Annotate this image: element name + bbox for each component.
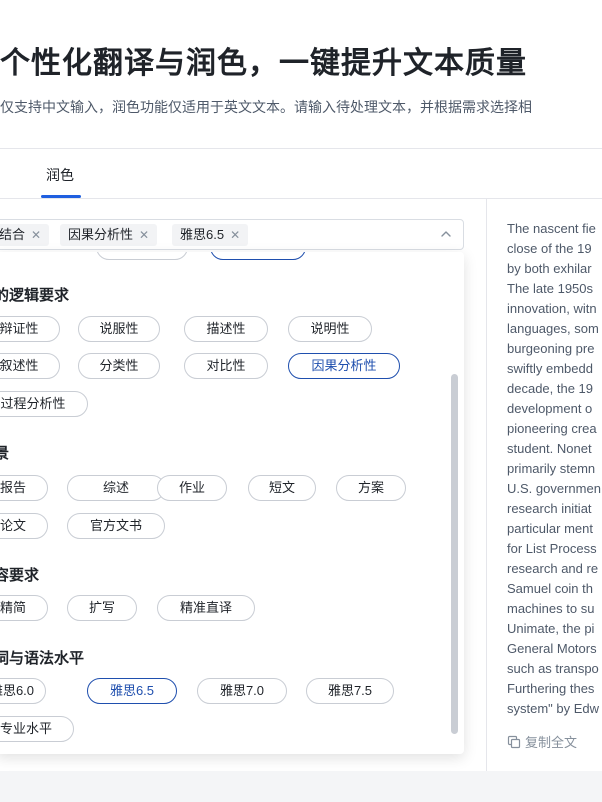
result-text-line: primarily stemn <box>507 461 596 476</box>
option-chip-selected[interactable]: 雅思6.5 <box>87 678 177 704</box>
result-text-line: research initiat <box>507 501 592 516</box>
result-text-line: particular ment <box>507 521 593 536</box>
result-text-line: Furthering thes <box>507 681 595 696</box>
option-chip-hidden[interactable] <box>96 252 188 260</box>
result-text-line: for List Process <box>507 541 597 556</box>
group-title: 景 <box>0 445 10 462</box>
option-chip[interactable]: 精准直译 <box>157 595 255 621</box>
option-chip[interactable]: 论文 <box>0 513 48 539</box>
remove-tag-icon[interactable]: ✕ <box>31 228 41 242</box>
requirements-dropdown: 的逻辑要求 辩证性 说服性 描述性 说明性 叙述性 分类性 对比性 因果分析性 … <box>0 252 464 754</box>
result-text-line: close of the 19 <box>507 241 592 256</box>
option-chip[interactable]: 专业水平 <box>0 716 74 742</box>
selected-tag: 雅思6.5 ✕ <box>172 224 249 246</box>
option-chip[interactable]: 作业 <box>157 475 227 501</box>
option-chip[interactable]: 官方文书 <box>67 513 165 539</box>
active-tab-indicator <box>41 195 81 198</box>
option-chip[interactable]: 对比性 <box>184 353 268 379</box>
group-title: 容要求 <box>0 567 40 584</box>
copy-icon <box>507 735 521 749</box>
result-text-line: research and re <box>507 561 599 576</box>
selected-tag: 因果分析性 ✕ <box>60 224 158 246</box>
option-chip[interactable]: 分类性 <box>78 353 160 379</box>
selected-tag-label: 结合 <box>0 227 26 242</box>
result-text-line: decade, the 19 <box>507 381 594 396</box>
option-chip[interactable]: 说服性 <box>78 316 160 342</box>
result-text-line: such as transpo <box>507 661 599 676</box>
option-chip[interactable]: 短文 <box>248 475 316 501</box>
option-chip-hidden[interactable] <box>210 252 306 260</box>
chevron-up-icon[interactable] <box>439 227 453 241</box>
option-chip[interactable]: 精简 <box>0 595 48 621</box>
page-title: 个性化翻译与润色，一键提升文本质量 <box>0 47 527 80</box>
result-text-line: burgeoning pre <box>507 341 595 356</box>
result-text: The nascent fie close of the 19 by both ex… <box>507 219 602 719</box>
remove-tag-icon[interactable]: ✕ <box>230 228 240 242</box>
copy-all-label: 复制全文 <box>525 735 578 750</box>
tab-polish[interactable]: 润色 <box>46 165 74 185</box>
selected-tag-label: 因果分析性 <box>68 227 134 242</box>
result-text-line: U.S. governmen <box>507 481 601 496</box>
result-text-line: General Motors <box>507 641 597 656</box>
result-text-line: innovation, witn <box>507 301 597 316</box>
result-text-line: Unimate, the pi <box>507 621 595 636</box>
result-text-line: by both exhilar <box>507 261 592 276</box>
result-text-line: system" by Edw <box>507 701 600 716</box>
tab-bar: 润色 <box>0 149 602 199</box>
option-chip[interactable]: 说明性 <box>288 316 372 342</box>
page-subtitle: 仅支持中文输入，润色功能仅适用于英文文本。请输入待处理文本，并根据需求选择相 <box>0 99 532 115</box>
result-text-line: student. Nonet <box>507 441 592 456</box>
result-text-line: languages, som <box>507 321 599 336</box>
option-chip[interactable]: 过程分析性 <box>0 391 88 417</box>
result-text-line: development o <box>507 401 593 416</box>
option-chip[interactable]: 描述性 <box>184 316 268 342</box>
option-chip[interactable]: 雅思7.5 <box>306 678 394 704</box>
group-title: 词与语法水平 <box>0 650 85 667</box>
option-chip[interactable]: 辩证性 <box>0 316 60 342</box>
remove-tag-icon[interactable]: ✕ <box>139 228 149 242</box>
options-pane: 结合 ✕ 因果分析性 ✕ 雅思6.5 ✕ 的逻辑要求 辩证性 说服性 描述性 说明性 … <box>0 199 487 771</box>
option-chip-selected[interactable]: 因果分析性 <box>288 353 400 379</box>
option-chip[interactable]: 雅思7.0 <box>197 678 287 704</box>
page-header: 个性化翻译与润色，一键提升文本质量 仅支持中文输入，润色功能仅适用于英文文本。请… <box>0 0 602 148</box>
main-card: 润色 结合 ✕ 因果分析性 ✕ 雅思6.5 ✕ 的逻辑要求 辩证性 说服性 描述性 说… <box>0 148 602 771</box>
requirements-select[interactable]: 结合 ✕ 因果分析性 ✕ 雅思6.5 ✕ <box>0 219 464 250</box>
result-pane: The nascent fie close of the 19 by both ex… <box>487 199 602 771</box>
result-text-line: machines to su <box>507 601 595 616</box>
copy-all-button[interactable]: 复制全文 <box>507 732 577 751</box>
result-text-line: swiftly embedd <box>507 361 593 376</box>
result-text-line: The late 1950s <box>507 281 594 296</box>
selected-tag: 结合 ✕ <box>0 224 50 246</box>
selected-tag-label: 雅思6.5 <box>180 227 225 242</box>
result-text-line: pioneering crea <box>507 421 597 436</box>
option-chip[interactable]: 雅思6.0 <box>0 678 46 704</box>
dropdown-scrollbar[interactable] <box>451 374 458 734</box>
result-text-line: The nascent fie <box>507 221 596 236</box>
option-chip[interactable]: 方案 <box>336 475 406 501</box>
option-chip[interactable]: 扩写 <box>67 595 137 621</box>
option-chip[interactable]: 综述 <box>67 475 165 501</box>
group-title: 的逻辑要求 <box>0 287 70 304</box>
option-chip[interactable]: 报告 <box>0 475 48 501</box>
result-text-line: Samuel coin th <box>507 581 593 596</box>
option-chip[interactable]: 叙述性 <box>0 353 60 379</box>
